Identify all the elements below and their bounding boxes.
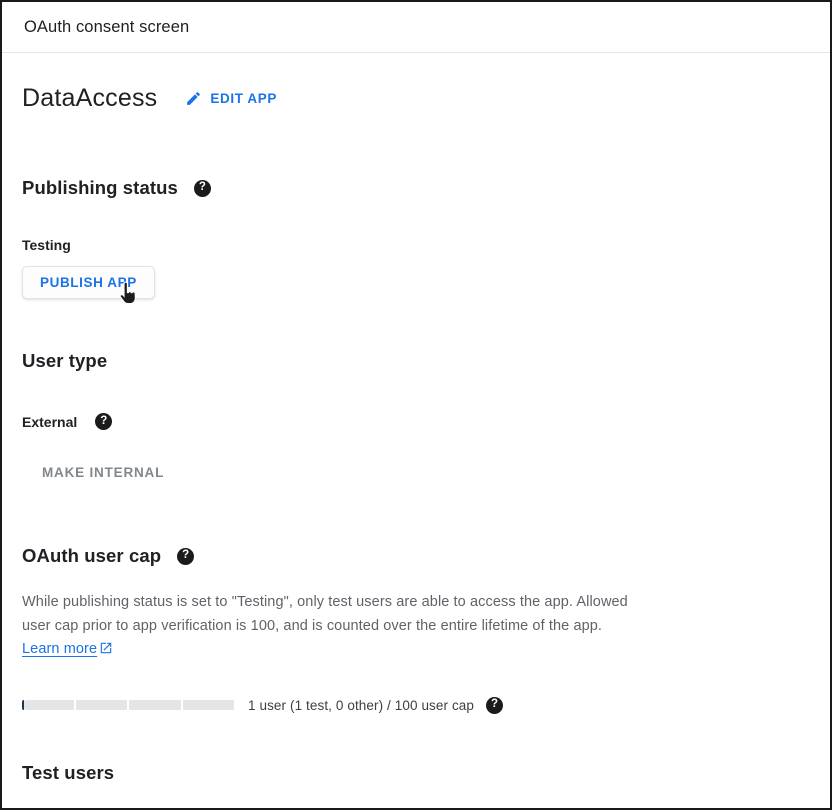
learn-more-link[interactable]: Learn more [22,641,113,657]
progress-segment [183,700,235,710]
app-name: DataAccess [22,84,157,113]
user-type-heading: User type [22,350,806,372]
edit-app-label: EDIT APP [210,91,277,106]
test-users-heading: Test users [22,762,806,784]
progress-segment [22,700,74,710]
user-cap-progress-bar [22,700,234,710]
oauth-user-cap-description: While publishing status is set to "Testi… [22,591,634,664]
learn-more-label: Learn more [22,641,97,657]
publishing-status-help-icon[interactable]: ? [194,180,211,197]
user-type-heading-text: User type [22,350,107,372]
progress-fill [22,700,24,710]
oauth-user-cap-help-icon[interactable]: ? [177,548,194,565]
user-cap-help-icon[interactable]: ? [486,697,503,714]
user-type-value-text: External [22,414,77,430]
oauth-user-cap-heading: OAuth user cap ? [22,545,806,567]
make-internal-button[interactable]: MAKE INTERNAL [26,456,180,489]
main-content: DataAccess EDIT APP Publishing status ? … [2,84,830,784]
pencil-icon [185,90,202,107]
publishing-status-value: Testing [22,237,806,253]
publishing-status-heading-text: Publishing status [22,177,178,199]
open-in-new-icon [99,643,113,659]
oauth-user-cap-description-text: While publishing status is set to "Testi… [22,594,628,634]
progress-segment [76,700,128,710]
oauth-user-cap-heading-text: OAuth user cap [22,545,161,567]
progress-segment [129,700,181,710]
user-cap-usage-row: 1 user (1 test, 0 other) / 100 user cap … [22,697,806,714]
publishing-status-heading: Publishing status ? [22,177,806,199]
publishing-status-value-text: Testing [22,237,71,253]
edit-app-button[interactable]: EDIT APP [183,86,279,111]
publish-app-button-wrap: PUBLISH APP [22,266,155,299]
test-users-heading-text: Test users [22,762,114,784]
user-type-help-icon[interactable]: ? [95,413,112,430]
user-cap-usage-text: 1 user (1 test, 0 other) / 100 user cap [248,698,474,713]
publish-app-button[interactable]: PUBLISH APP [22,266,155,299]
page-title: OAuth consent screen [24,18,189,37]
page-header: OAuth consent screen [2,2,830,53]
user-type-value: External ? [22,413,806,430]
app-title-row: DataAccess EDIT APP [22,84,806,113]
